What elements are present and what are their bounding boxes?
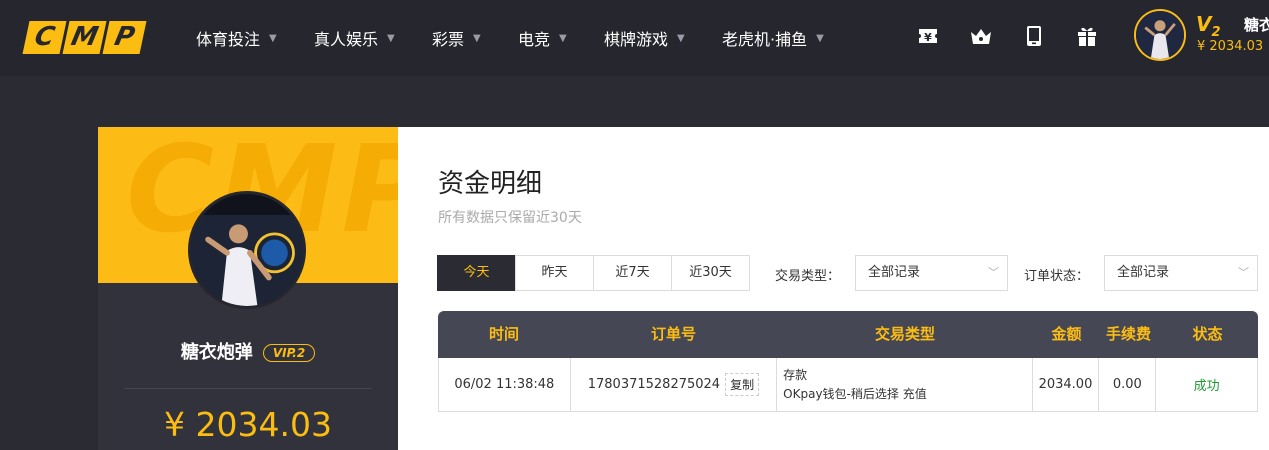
tab-last-30-days[interactable]: 近30天 <box>671 255 750 291</box>
header-tools: ¥ <box>916 24 1099 48</box>
status-badge: 成功 <box>1193 379 1220 394</box>
col-header-status: 状态 <box>1192 325 1223 343</box>
order-status-select[interactable]: 全部记录 ﹀ <box>1104 255 1258 291</box>
nav-slots-fishing[interactable]: 老虎机·捕鱼 ▼ <box>722 26 842 50</box>
copy-button[interactable]: 复制 <box>725 373 760 396</box>
nav-label: 体育投注 <box>196 30 261 49</box>
chevron-down-icon: ▼ <box>473 32 481 44</box>
fund-details-panel: 资金明细 所有数据只保留近30天 今天 昨天 近7天 近30天 交易类型： 全部… <box>398 127 1269 450</box>
header-username[interactable]: 糖衣炮弹 <box>1244 14 1269 35</box>
transaction-type-label: 交易类型： <box>775 269 841 284</box>
profile-name-row: 糖衣炮弹 VIP.2 <box>98 338 398 364</box>
page-title: 资金明细 <box>438 169 543 199</box>
type-main: 存款 <box>783 367 808 382</box>
crown-icon[interactable] <box>969 24 993 48</box>
nav-label: 老虎机·捕鱼 <box>722 30 808 49</box>
page-subtitle: 所有数据只保留近30天 <box>438 210 582 226</box>
col-header-time: 时间 <box>488 325 519 343</box>
vip-level-badge: V2 <box>1196 12 1221 40</box>
nav-label: 彩票 <box>432 30 465 49</box>
tablet-icon[interactable] <box>1022 24 1046 48</box>
player-avatar-icon <box>1136 11 1184 59</box>
chevron-down-icon: ﹀ <box>1238 266 1249 279</box>
profile-username: 糖衣炮弹 <box>180 342 253 363</box>
logo-letter-p: P <box>102 21 147 54</box>
nav-label: 电竞 <box>518 30 551 49</box>
vip-letter: V <box>1196 12 1212 36</box>
vip-level-number: 2 <box>1211 25 1221 40</box>
vip-badge: VIP.2 <box>262 344 316 362</box>
table-header: 时间 订单号 交易类型 金额 手续费 状态 <box>438 311 1258 358</box>
col-header-fee: 手续费 <box>1105 325 1151 343</box>
main-nav: 体育投注 ▼ 真人娱乐 ▼ 彩票 ▼ 电竞 ▼ 棋牌游戏 ▼ 老虎机·捕鱼 ▼ <box>196 26 842 50</box>
logo-letter-m: M <box>62 21 107 54</box>
col-header-type: 交易类型 <box>874 325 935 343</box>
type-detail: OKpay钱包-稍后选择 充值 <box>783 386 927 401</box>
svg-text:¥: ¥ <box>924 31 932 44</box>
gift-icon[interactable] <box>1075 24 1099 48</box>
logo-letter-c: C <box>22 21 67 54</box>
cell-type: 存款 OKpay钱包-稍后选择 充值 <box>777 358 1033 411</box>
select-value: 全部记录 <box>1117 265 1170 280</box>
nav-label: 棋牌游戏 <box>604 30 669 49</box>
order-status-label: 订单状态： <box>1024 269 1090 284</box>
col-header-amount: 金额 <box>1051 325 1082 343</box>
cmp-logo[interactable]: C M P <box>22 21 147 54</box>
nav-label: 真人娱乐 <box>314 30 379 49</box>
profile-balance: ¥ 2034.03 <box>164 405 332 444</box>
cell-amount: 2034.00 <box>1033 358 1100 411</box>
profile-panel: CMP 糖衣炮弹VIP.2 ¥ 2034.03 <box>98 127 398 450</box>
avatar[interactable] <box>1134 9 1186 61</box>
nav-sports[interactable]: 体育投注 ▼ <box>196 26 314 50</box>
chevron-down-icon: ▼ <box>387 32 395 44</box>
cell-order-no: 1780371528275024 复制 <box>571 358 778 411</box>
nav-esports[interactable]: 电竞 ▼ <box>518 26 604 50</box>
tab-today[interactable]: 今天 <box>437 255 516 291</box>
nav-lottery[interactable]: 彩票 ▼ <box>432 26 518 50</box>
profile-avatar[interactable] <box>188 191 306 309</box>
chevron-down-icon: ▼ <box>269 32 277 44</box>
chevron-down-icon: ▼ <box>816 32 824 44</box>
transactions-table: 时间 订单号 交易类型 金额 手续费 状态 06/02 11:38:48 178… <box>438 311 1258 412</box>
date-range-tabs: 今天 昨天 近7天 近30天 <box>437 255 750 291</box>
transaction-type-select[interactable]: 全部记录 ﹀ <box>855 255 1008 291</box>
top-header: C M P 体育投注 ▼ 真人娱乐 ▼ 彩票 ▼ 电竞 ▼ 棋牌游戏 ▼ 老虎机·捕鱼 ▼ … <box>0 0 1269 76</box>
table-row: 06/02 11:38:48 1780371528275024 复制 存款 OK… <box>438 358 1258 412</box>
order-number: 1780371528275024 <box>587 377 721 392</box>
yen-ticket-icon[interactable]: ¥ <box>916 24 940 48</box>
tab-last-7-days[interactable]: 近7天 <box>593 255 672 291</box>
col-header-order-no: 订单号 <box>650 325 696 343</box>
tab-yesterday[interactable]: 昨天 <box>515 255 594 291</box>
player-avatar-icon <box>191 194 303 306</box>
cell-time: 06/02 11:38:48 <box>439 358 571 411</box>
cell-fee: 0.00 <box>1099 358 1157 411</box>
chevron-down-icon: ﹀ <box>988 266 999 279</box>
divider <box>124 388 372 389</box>
select-value: 全部记录 <box>868 265 921 280</box>
chevron-down-icon: ▼ <box>559 32 567 44</box>
nav-live-casino[interactable]: 真人娱乐 ▼ <box>314 26 432 50</box>
header-balance: ¥ 2034.03 <box>1197 39 1264 54</box>
nav-card-games[interactable]: 棋牌游戏 ▼ <box>604 26 722 50</box>
chevron-down-icon: ▼ <box>677 32 685 44</box>
